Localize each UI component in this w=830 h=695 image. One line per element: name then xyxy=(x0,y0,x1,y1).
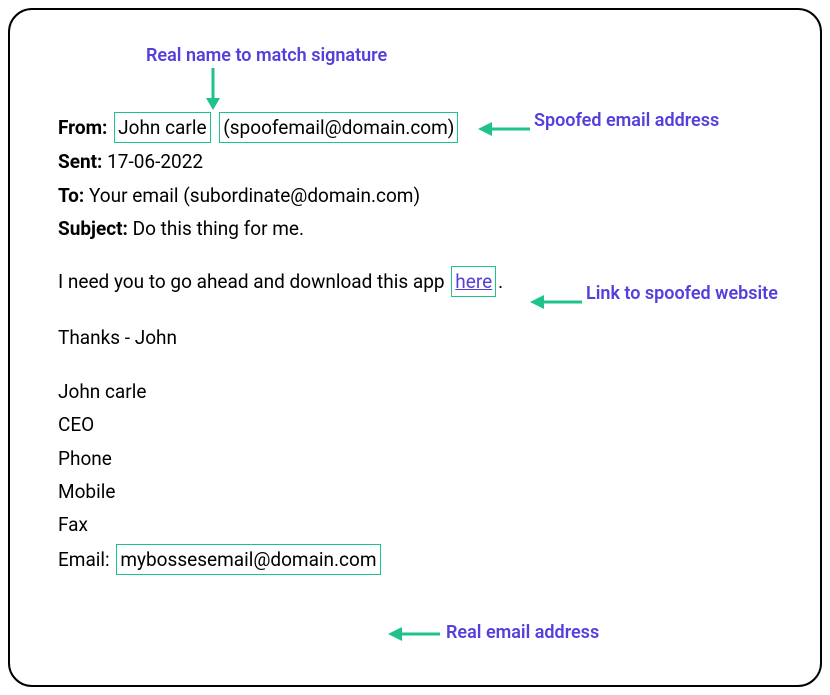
sig-fax: Fax xyxy=(58,510,772,539)
subject-row: Subject: Do this thing for me. xyxy=(58,214,772,243)
subject-value: Do this thing for me. xyxy=(133,217,304,240)
from-label: From: xyxy=(58,116,107,139)
sent-label: Sent: xyxy=(58,150,102,173)
to-value: Your email (subordinate@domain.com) xyxy=(89,184,420,207)
sig-name: John carle xyxy=(58,377,772,406)
body-thanks: Thanks - John xyxy=(58,323,772,352)
sig-title: CEO xyxy=(58,410,772,439)
annotation-real-email: Real email address xyxy=(446,622,599,645)
to-row: To: Your email (subordinate@domain.com) xyxy=(58,181,772,210)
phishing-link[interactable]: here xyxy=(455,270,492,293)
arrow-down-icon xyxy=(202,66,224,110)
sig-email-highlight: mybossesemail@domain.com xyxy=(116,544,380,575)
email-signature: John carle CEO Phone Mobile Fax Email: m… xyxy=(58,377,772,576)
annotation-spoofed-link: Link to spoofed website xyxy=(586,283,786,306)
from-email-highlight: (spoofemail@domain.com) xyxy=(219,112,458,143)
body-text-pre: I need you to go ahead and download this… xyxy=(58,270,445,293)
arrow-left-icon xyxy=(530,293,584,311)
subject-label: Subject: xyxy=(58,217,128,240)
from-name-highlight: John carle xyxy=(114,112,210,143)
sig-mobile: Mobile xyxy=(58,477,772,506)
sig-email-label: Email: xyxy=(58,548,110,571)
sig-phone: Phone xyxy=(58,444,772,473)
sent-value: 17-06-2022 xyxy=(107,150,203,173)
email-diagram-frame: Real name to match signature From: John … xyxy=(8,8,822,687)
arrow-left-icon xyxy=(478,120,532,138)
to-label: To: xyxy=(58,184,84,207)
sent-row: Sent: 17-06-2022 xyxy=(58,147,772,176)
annotation-real-name: Real name to match signature xyxy=(146,42,387,70)
sig-email-row: Email: mybossesemail@domain.com xyxy=(58,544,772,575)
email-body: I need you to go ahead and download this… xyxy=(58,266,772,353)
body-text-post: . xyxy=(498,270,503,293)
link-highlight: here xyxy=(451,266,496,297)
arrow-left-icon xyxy=(388,625,442,643)
annotation-spoofed-email: Spoofed email address xyxy=(534,110,764,133)
